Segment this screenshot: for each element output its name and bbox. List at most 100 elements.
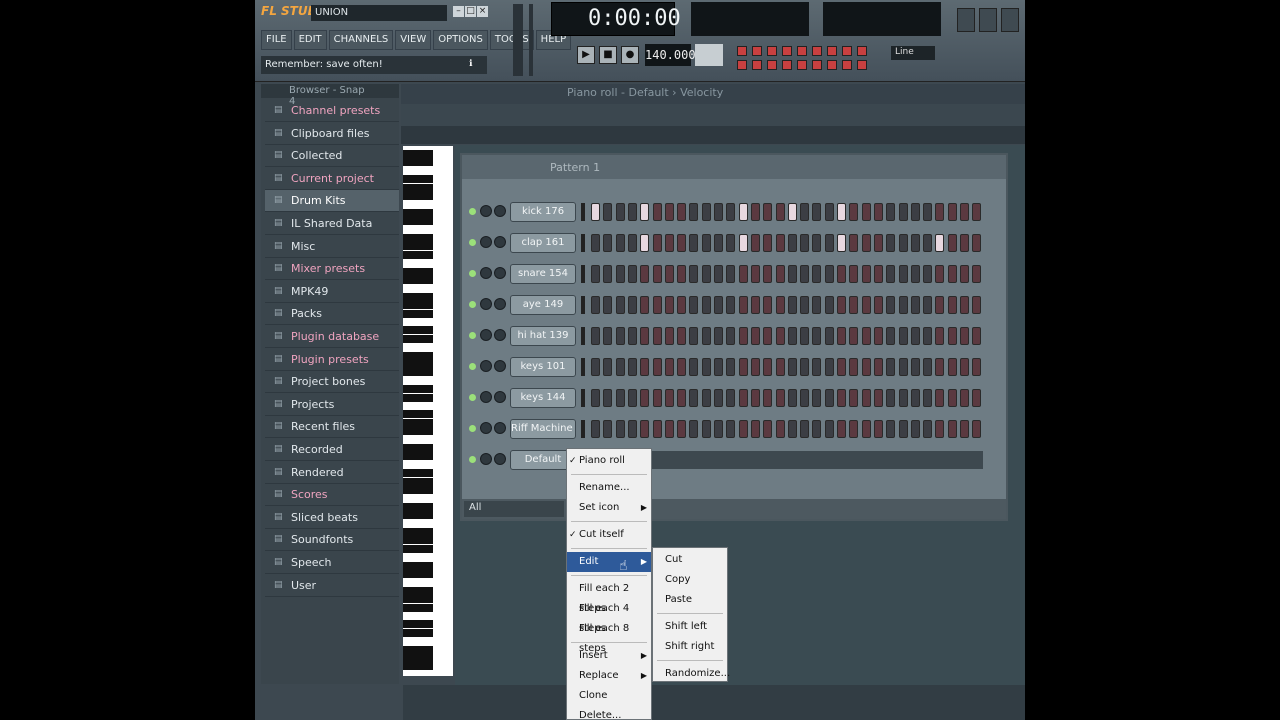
- step-button[interactable]: [677, 234, 687, 252]
- step-button[interactable]: [812, 265, 822, 283]
- step-button[interactable]: [849, 296, 859, 314]
- step-button[interactable]: [849, 389, 859, 407]
- black-key[interactable]: [403, 192, 433, 200]
- black-key[interactable]: [403, 385, 433, 394]
- channel-pan-knob[interactable]: [480, 391, 492, 403]
- channel-button[interactable]: clap 161: [510, 233, 576, 253]
- step-button[interactable]: [800, 389, 810, 407]
- black-key[interactable]: [403, 326, 433, 335]
- step-button[interactable]: [886, 358, 896, 376]
- tempo-display[interactable]: 140.000: [645, 44, 696, 66]
- transport-switch[interactable]: [827, 60, 837, 70]
- step-button[interactable]: [935, 296, 945, 314]
- step-button[interactable]: [960, 203, 969, 221]
- pattern-selector[interactable]: [695, 44, 723, 66]
- step-button[interactable]: [627, 203, 637, 221]
- browser-item[interactable]: ▤ Projects: [265, 394, 399, 416]
- menu-item[interactable]: Insert ▶: [567, 646, 651, 666]
- transport-switch[interactable]: [812, 60, 822, 70]
- step-button[interactable]: [615, 265, 625, 283]
- step-button[interactable]: [800, 265, 810, 283]
- step-button[interactable]: [861, 234, 871, 252]
- step-button[interactable]: [664, 203, 674, 221]
- step-button[interactable]: [812, 234, 822, 252]
- step-button[interactable]: [910, 420, 920, 438]
- step-button[interactable]: [947, 296, 957, 314]
- step-button[interactable]: [886, 389, 896, 407]
- step-button[interactable]: [787, 389, 797, 407]
- step-button[interactable]: [775, 327, 785, 345]
- menu-file[interactable]: FILE: [261, 30, 292, 50]
- menu-item[interactable]: Fill each 4 steps: [567, 599, 651, 634]
- channel-mute-led[interactable]: [469, 456, 476, 463]
- step-button[interactable]: [591, 327, 600, 345]
- step-button[interactable]: [603, 265, 613, 283]
- step-button[interactable]: [726, 389, 736, 407]
- step-button[interactable]: [824, 358, 834, 376]
- record-icon[interactable]: ●: [621, 46, 639, 64]
- step-button[interactable]: [689, 389, 699, 407]
- channel-select-bar[interactable]: [581, 234, 585, 252]
- step-button[interactable]: [763, 327, 773, 345]
- menu-item[interactable]: Copy: [653, 570, 727, 590]
- menu-item[interactable]: Replace ▶: [567, 666, 651, 686]
- step-button[interactable]: [960, 389, 969, 407]
- black-key[interactable]: [403, 276, 433, 284]
- browser-item[interactable]: ▤ Plugin presets: [265, 349, 399, 371]
- step-button[interactable]: [787, 265, 797, 283]
- step-button[interactable]: [726, 358, 736, 376]
- step-button[interactable]: [787, 296, 797, 314]
- step-button[interactable]: [701, 358, 711, 376]
- velocity-lane[interactable]: [403, 685, 1025, 720]
- step-button[interactable]: [738, 265, 748, 283]
- channel-mute-led[interactable]: [469, 394, 476, 401]
- channel-volume-knob[interactable]: [494, 391, 506, 403]
- channel-volume-knob[interactable]: [494, 329, 506, 341]
- step-button[interactable]: [664, 389, 674, 407]
- step-button[interactable]: [763, 358, 773, 376]
- transport-switch[interactable]: [842, 46, 852, 56]
- step-button[interactable]: [923, 420, 933, 438]
- transport-switch[interactable]: [737, 60, 747, 70]
- channel-volume-knob[interactable]: [494, 267, 506, 279]
- step-button[interactable]: [750, 265, 760, 283]
- step-button[interactable]: [701, 296, 711, 314]
- step-button[interactable]: [824, 265, 834, 283]
- step-button[interactable]: [603, 327, 613, 345]
- step-button[interactable]: [787, 234, 797, 252]
- step-button[interactable]: [800, 203, 810, 221]
- step-button[interactable]: [763, 203, 773, 221]
- step-button[interactable]: [800, 296, 810, 314]
- step-button[interactable]: [677, 296, 687, 314]
- step-button[interactable]: [689, 358, 699, 376]
- black-key[interactable]: [403, 452, 433, 461]
- channel-select-bar[interactable]: [581, 389, 585, 407]
- step-button[interactable]: [738, 203, 748, 221]
- step-button[interactable]: [849, 203, 859, 221]
- menu-item[interactable]: Delete...: [567, 706, 651, 720]
- black-key[interactable]: [403, 267, 433, 276]
- step-button[interactable]: [898, 420, 908, 438]
- piano-keyboard[interactable]: [403, 146, 453, 676]
- step-button[interactable]: [677, 389, 687, 407]
- step-button[interactable]: [837, 265, 846, 283]
- step-button[interactable]: [861, 265, 871, 283]
- step-button[interactable]: [591, 265, 600, 283]
- menu-item[interactable]: Edit ▶: [567, 552, 651, 572]
- black-key[interactable]: [403, 536, 433, 545]
- transport-switch[interactable]: [797, 60, 807, 70]
- step-button[interactable]: [750, 234, 760, 252]
- black-key[interactable]: [403, 528, 433, 536]
- black-key[interactable]: [403, 561, 433, 570]
- step-button[interactable]: [947, 265, 957, 283]
- step-button[interactable]: [714, 296, 723, 314]
- channel-volume-knob[interactable]: [494, 360, 506, 372]
- menu-item[interactable]: ✓ Cut itself: [567, 525, 651, 545]
- step-button[interactable]: [591, 420, 600, 438]
- channel-button[interactable]: snare 154: [510, 264, 576, 284]
- transport-switch[interactable]: [857, 46, 867, 56]
- step-button[interactable]: [603, 203, 613, 221]
- step-button[interactable]: [923, 389, 933, 407]
- step-button[interactable]: [972, 420, 982, 438]
- step-button[interactable]: [873, 358, 883, 376]
